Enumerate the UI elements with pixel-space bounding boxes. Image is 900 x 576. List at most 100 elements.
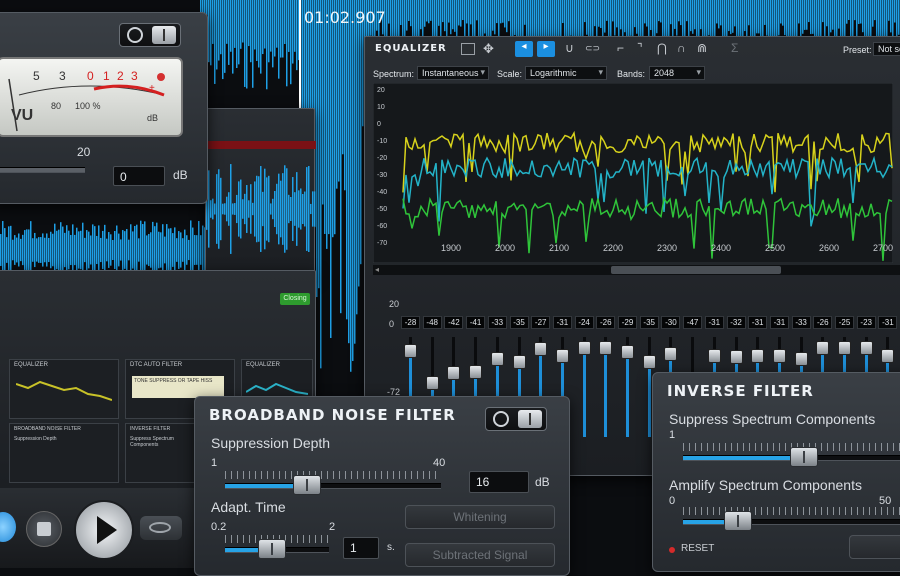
band-value[interactable]: -47 [683, 316, 703, 329]
band-slider-thumb[interactable] [664, 347, 678, 361]
band-slider-thumb[interactable] [881, 348, 895, 363]
band-value[interactable]: -42 [444, 316, 464, 329]
band-value[interactable]: -29 [618, 316, 637, 329]
suppression-min: 1 [211, 457, 218, 469]
vu-tick-label: 2 [117, 69, 124, 83]
band-value[interactable]: -32 [726, 316, 746, 329]
suppress-components-thumb[interactable] [790, 447, 818, 467]
band-value[interactable]: -33 [791, 316, 811, 329]
band-slider-thumb[interactable] [577, 341, 591, 355]
vu-slider-max: 20 [77, 145, 91, 159]
band-value[interactable]: -35 [509, 316, 529, 329]
rack-card-eq[interactable]: EQUALIZER [9, 359, 119, 419]
band-slider-thumb[interactable] [599, 341, 613, 355]
band-slider-thumb[interactable] [621, 345, 634, 360]
stop-icon [37, 522, 51, 536]
vu-sub-label: 100 % [75, 101, 101, 111]
adapt-time-field[interactable]: 1 [343, 537, 379, 559]
band-slider-thumb[interactable] [729, 350, 743, 365]
band-value[interactable]: -35 [639, 316, 659, 329]
band-slider-thumb[interactable] [555, 348, 569, 363]
band-value[interactable]: -41 [466, 316, 486, 329]
band-value[interactable]: -33 [487, 316, 507, 329]
rack-card-sub: Suppress Spectrum Components [130, 436, 174, 448]
vu-gain-slider[interactable] [0, 167, 85, 173]
vu-dial: 5 3 0 1 2 3 + 80 100 % VU dB [0, 57, 183, 137]
stop-button[interactable] [26, 511, 62, 547]
amplify-min: 0 [669, 495, 676, 507]
secondary-waveform [206, 164, 316, 254]
adapt-time-thumb[interactable] [257, 539, 286, 559]
bnf-power-toggle[interactable] [485, 407, 547, 431]
band-value[interactable]: -25 [835, 316, 854, 329]
band-slider-thumb[interactable] [447, 366, 461, 381]
band-value[interactable]: -31 [704, 316, 724, 329]
amplify-max: 50 [879, 495, 892, 507]
vu-tick-label: 3 [59, 69, 66, 83]
whitening-button[interactable]: Whitening [405, 505, 555, 529]
vu-db-label: dB [147, 113, 159, 123]
band-value[interactable]: -23 [856, 316, 876, 329]
band-slider-thumb[interactable] [490, 351, 504, 366]
band-value[interactable]: -26 [813, 316, 833, 329]
amplify-components-thumb[interactable] [724, 511, 752, 531]
rack-card-title: BROADBAND NOISE FILTER [14, 426, 81, 432]
band-value[interactable]: -26 [596, 316, 616, 329]
band-value[interactable]: -28 [401, 316, 420, 329]
band-slider-thumb[interactable] [425, 375, 439, 390]
vu-gain-field[interactable]: 0 [113, 166, 165, 186]
secondary-waveform-panel [205, 108, 316, 276]
band-slider-thumb[interactable] [512, 355, 526, 369]
band-slider-thumb[interactable] [469, 364, 483, 379]
band-slider-thumb[interactable] [859, 341, 873, 355]
bnf-title: BROADBAND NOISE FILTER [209, 406, 456, 424]
suppression-depth-label: Suppression Depth [211, 435, 331, 451]
band-slider-thumb[interactable] [772, 348, 786, 363]
record-button[interactable] [0, 512, 16, 542]
band-slider-thumb[interactable] [707, 348, 721, 363]
vu-tick-label: 3 [131, 69, 138, 83]
band-slider-fill [604, 347, 608, 437]
rack-card-bnf[interactable]: BROADBAND NOISE FILTER Suppression Depth [9, 423, 119, 483]
band-value[interactable]: -31 [878, 316, 898, 329]
band-value[interactable]: -31 [769, 316, 789, 329]
amplify-components-slider[interactable] [683, 519, 900, 525]
band-slider-thumb[interactable] [534, 342, 548, 357]
band-value[interactable]: -31 [552, 316, 572, 329]
broadband-noise-filter-panel: BROADBAND NOISE FILTER Suppression Depth… [194, 396, 570, 576]
preview-button[interactable] [140, 516, 182, 540]
eye-icon [149, 522, 171, 533]
band-slider-thumb[interactable] [794, 351, 808, 366]
suppression-unit: dB [535, 475, 550, 489]
suppression-depth-field[interactable]: 16 [469, 471, 529, 493]
suppress-components-label: Suppress Spectrum Components [669, 411, 876, 427]
adapt-time-label: Adapt. Time [211, 499, 286, 515]
rack-card-inverse[interactable]: INVERSE FILTER Suppress Spectrum Compone… [125, 423, 197, 483]
rack-card-title: EQUALIZER [246, 362, 281, 368]
band-slider-thumb[interactable] [404, 343, 417, 358]
rack-eq-thumbnail-1 [16, 380, 112, 401]
band-slider-thumb[interactable] [751, 348, 765, 363]
vu-peak-led [157, 73, 165, 81]
vu-tick-label: + [149, 83, 155, 94]
vu-power-toggle[interactable] [119, 23, 181, 47]
band-slider-thumb[interactable] [642, 355, 656, 369]
play-button[interactable] [74, 500, 134, 560]
subtracted-signal-button[interactable]: Subtracted Signal [405, 543, 555, 567]
band-value[interactable]: -27 [531, 316, 551, 329]
suppress-min: 1 [669, 429, 676, 441]
band-value[interactable]: -30 [661, 316, 681, 329]
inverse-aux-button[interactable] [849, 535, 900, 559]
band-value[interactable]: -31 [748, 316, 768, 329]
adapt-max: 2 [329, 521, 336, 533]
band-slider-thumb[interactable] [838, 341, 851, 355]
suppression-depth-thumb[interactable] [293, 475, 322, 495]
band-slider-thumb[interactable] [816, 341, 830, 355]
band-value[interactable]: -24 [574, 316, 594, 329]
vu-gain-unit: dB [173, 168, 188, 182]
band-value[interactable]: -48 [422, 316, 442, 329]
inverse-title: INVERSE FILTER [667, 382, 814, 400]
band-slider-fill [582, 347, 586, 437]
transport-bar [0, 488, 200, 568]
suppression-depth-slider[interactable] [225, 483, 441, 489]
